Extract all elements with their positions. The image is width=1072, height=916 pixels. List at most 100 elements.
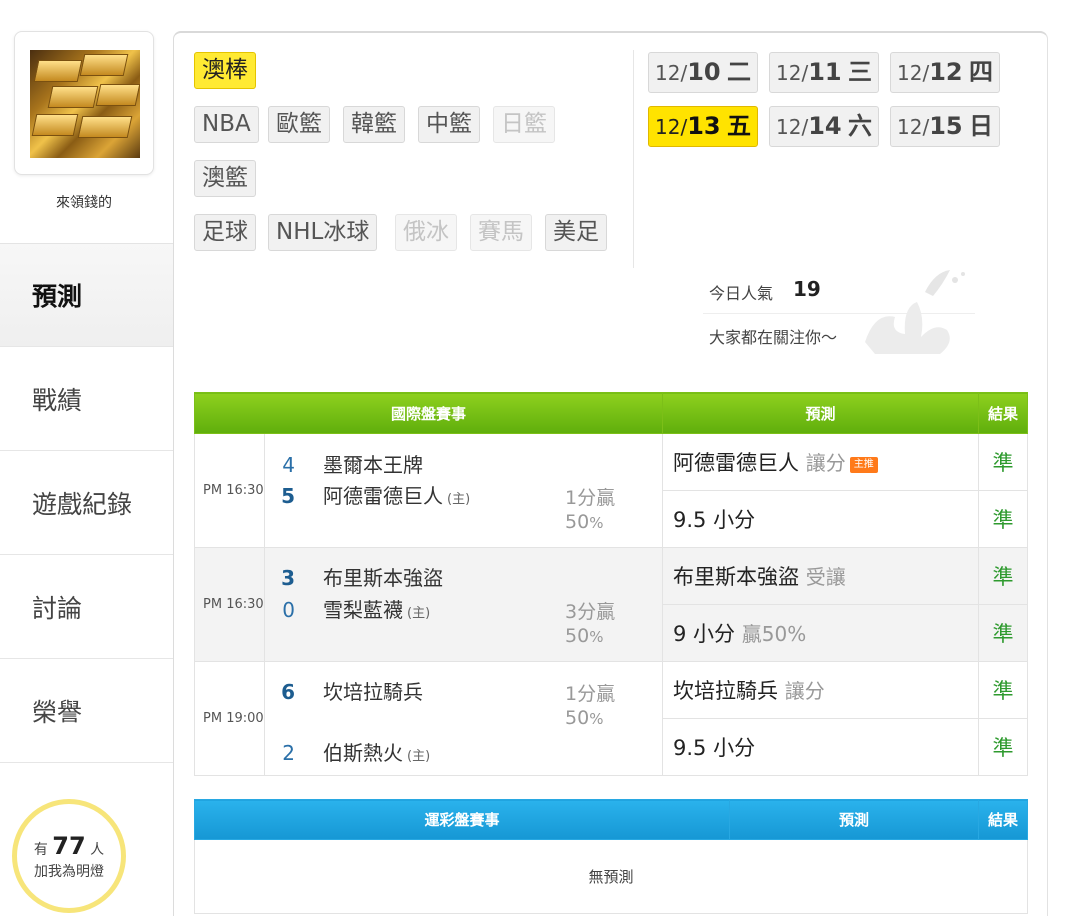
date-button-1214[interactable]: 12/14 六 — [769, 106, 879, 147]
date-weekday: 日 — [968, 112, 993, 140]
game-time: PM 16:30 — [194, 433, 265, 548]
empty-message: 無預測 — [194, 839, 1028, 914]
avatar[interactable] — [14, 31, 154, 175]
category-euro-basketball[interactable]: 歐籃 — [268, 106, 330, 143]
popularity-label: 今日人氣 — [709, 284, 774, 303]
username[interactable]: 來領錢的 — [14, 192, 154, 212]
category-aus-baseball[interactable]: 澳棒 — [194, 52, 256, 89]
result-mark: 準 — [978, 490, 1029, 548]
home-score: 0 — [282, 598, 295, 622]
date-weekday: 三 — [847, 58, 872, 86]
date-month: 12/ — [897, 115, 930, 139]
spread-pct: 50 — [565, 511, 590, 533]
away-score: 4 — [282, 453, 295, 477]
pick-note: 受讓 — [805, 565, 846, 589]
popularity-count: 19 — [793, 277, 821, 301]
away-team: 4 墨爾本王牌 — [265, 449, 423, 478]
nav-predict[interactable]: 預測 — [0, 243, 174, 347]
category-american-football[interactable]: 美足 — [545, 214, 607, 251]
date-button-1210[interactable]: 12/10 二 — [648, 52, 758, 93]
date-month: 12/ — [655, 61, 688, 85]
prediction-pick: 坎培拉騎兵 讓分 — [662, 661, 980, 719]
spread-pct: 50 — [565, 707, 590, 729]
game-teams: 4 墨爾本王牌 5 阿德雷德巨人 (主) 1分贏 50% — [263, 433, 664, 548]
header-lottery-events: 運彩盤賽事 — [194, 799, 730, 840]
date-month: 12/ — [776, 115, 809, 139]
nav-honor[interactable]: 榮譽 — [0, 659, 174, 763]
fans-count-line: 有 77 人 — [17, 832, 121, 860]
date-button-1211[interactable]: 12/11 三 — [769, 52, 879, 93]
sidebar: 來領錢的 預測 戰績 遊戲紀錄 討論 榮譽 有 77 人 加我為明燈 — [0, 0, 174, 916]
table-row: PM 16:30 3 布里斯本強盜 0 雪梨藍襪 (主) 3分贏 50% 布里斯本強盜 … — [194, 547, 1029, 662]
result-mark: 準 — [978, 718, 1029, 776]
date-month: 12/ — [655, 115, 688, 139]
table-row: PM 16:30 4 墨爾本王牌 5 阿德雷德巨人 (主) 1分贏 50% 阿德雷德巨人… — [194, 433, 1029, 548]
category-korea-basketball[interactable]: 韓籃 — [343, 106, 405, 143]
featured-badge: 主推 — [849, 457, 878, 473]
spread-pct: 50 — [565, 625, 590, 647]
nav-game-history[interactable]: 遊戲紀錄 — [0, 451, 174, 555]
nav-record[interactable]: 戰績 — [0, 347, 174, 451]
pick-text: 9.5 小分 — [673, 736, 756, 760]
spread-value: 1分贏 — [565, 683, 616, 705]
pick-text: 布里斯本強盜 — [673, 565, 800, 589]
prediction-pick: 9 小分 贏50% — [662, 604, 980, 662]
pct-unit: % — [589, 514, 604, 532]
date-weekday: 二 — [726, 58, 751, 86]
pick-note: 讓分 — [784, 679, 825, 703]
prediction-pick: 9.5 小分 — [662, 490, 980, 548]
date-day: 12 — [929, 58, 963, 86]
date-day: 14 — [808, 112, 842, 140]
fans-prefix: 有 — [33, 842, 48, 858]
home-mark: (主) — [407, 749, 431, 764]
home-team: 2 伯斯熱火 (主) — [265, 737, 430, 766]
pick-note: 贏50% — [741, 622, 807, 646]
result-mark: 準 — [978, 661, 1029, 719]
date-weekday: 四 — [968, 58, 993, 86]
date-button-1213[interactable]: 12/13 五 — [648, 106, 758, 147]
fans-cta: 加我為明燈 — [34, 864, 104, 880]
follow-lamp-button[interactable]: 有 77 人 加我為明燈 — [12, 799, 126, 913]
result-mark: 準 — [978, 547, 1029, 605]
table-row: 無預測 — [194, 839, 1028, 914]
category-nhl-hockey[interactable]: NHL冰球 — [268, 214, 378, 251]
spread-info: 1分贏 50% — [565, 682, 615, 731]
date-button-1212[interactable]: 12/12 四 — [890, 52, 1000, 93]
pick-text: 阿德雷德巨人 — [673, 451, 800, 475]
date-weekday: 五 — [726, 112, 751, 140]
spread-info: 3分贏 50% — [565, 600, 615, 649]
home-name: 雪梨藍襪 — [323, 598, 403, 622]
header-prediction: 預測 — [729, 799, 979, 840]
header-result: 結果 — [978, 799, 1028, 840]
game-time: PM 19:00 — [194, 661, 265, 776]
header-intl-events: 國際盤賽事 — [193, 392, 664, 434]
home-mark: (主) — [407, 606, 431, 621]
home-score: 5 — [281, 484, 295, 508]
nav-discussion[interactable]: 討論 — [0, 555, 174, 659]
date-day: 10 — [687, 58, 721, 86]
away-team: 3 布里斯本強盜 — [265, 562, 443, 591]
category-horse-racing: 賽馬 — [470, 214, 532, 251]
date-day: 11 — [808, 58, 842, 86]
pct-unit: % — [589, 710, 604, 728]
game-teams: 6 坎培拉騎兵 2 伯斯熱火 (主) 1分贏 50% — [263, 661, 664, 776]
spread-value: 1分贏 — [565, 487, 616, 509]
category-china-basketball[interactable]: 中籃 — [418, 106, 480, 143]
home-score: 2 — [282, 741, 295, 765]
game-teams: 3 布里斯本強盜 0 雪梨藍襪 (主) 3分贏 50% — [263, 547, 664, 662]
date-day: 13 — [687, 112, 721, 140]
date-day: 15 — [929, 112, 963, 140]
table-row: PM 19:00 6 坎培拉騎兵 2 伯斯熱火 (主) 1分贏 50% 坎培拉騎兵 讓分… — [194, 661, 1029, 776]
result-mark: 準 — [978, 604, 1029, 662]
avatar-image — [30, 50, 140, 158]
category-soccer[interactable]: 足球 — [194, 214, 256, 251]
date-button-1215[interactable]: 12/15 日 — [890, 106, 1000, 147]
splash-decoration-icon — [865, 270, 965, 354]
category-nba[interactable]: NBA — [194, 106, 259, 143]
game-time: PM 16:30 — [194, 547, 265, 662]
header-prediction: 預測 — [662, 392, 980, 434]
away-name: 坎培拉騎兵 — [323, 680, 423, 704]
home-team: 5 阿德雷德巨人 (主) — [265, 480, 470, 509]
category-aus-basketball[interactable]: 澳籃 — [194, 160, 256, 197]
prediction-pick: 阿德雷德巨人 讓分 主推 — [662, 433, 980, 491]
